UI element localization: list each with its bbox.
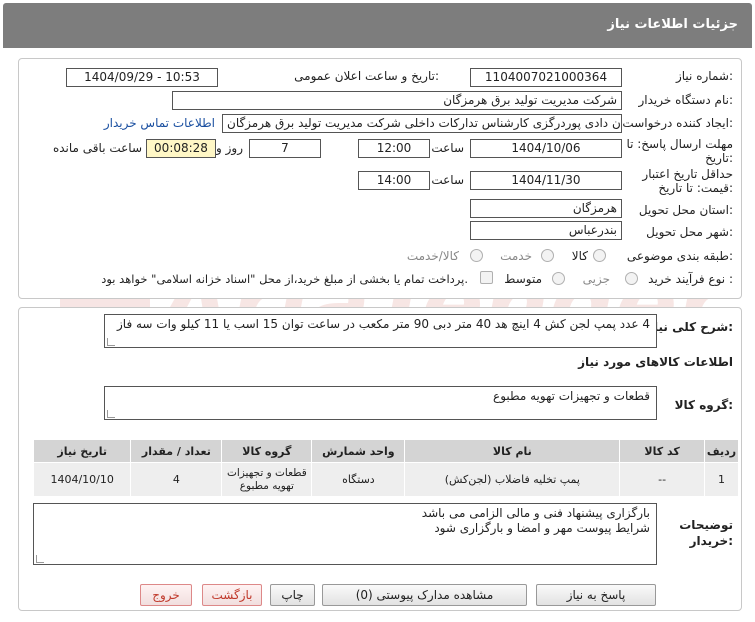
- deadline-label: مهلت ارسال پاسخ: تا: [626, 137, 733, 151]
- buyer-org-label: نام دستگاه خریدار:: [638, 93, 734, 107]
- cell-row-number: 1: [703, 462, 740, 497]
- deadline-date-field[interactable]: 1404/10/06: [470, 139, 622, 158]
- notes-line-1: بارگزاری پیشنهاد فنی و مالی الزامی می با…: [421, 506, 650, 520]
- page-title: جزئیات اطلاعات نیاز: [607, 17, 738, 32]
- city-field[interactable]: بندرعباس: [470, 221, 622, 240]
- buyer-contact-link[interactable]: اطلاعات تماس خریدار: [104, 116, 215, 130]
- process-radio-medium[interactable]: [552, 272, 565, 285]
- back-button[interactable]: بازگشت: [202, 584, 262, 606]
- cell-unit: دستگاه: [311, 462, 406, 497]
- days-remaining-field[interactable]: 7: [249, 139, 321, 158]
- goods-group-label: گروه کالا:: [674, 398, 733, 412]
- remaining-time-field: 00:08:28: [146, 139, 216, 158]
- cell-group: قطعات و تجهیزات تهویه مطبوع: [221, 462, 313, 497]
- category-option-service: خدمت: [500, 249, 532, 263]
- category-radio-goods[interactable]: [593, 249, 606, 262]
- exit-button[interactable]: خروج: [140, 584, 192, 606]
- validity-time-field[interactable]: 14:00: [358, 171, 430, 190]
- validity-date-field[interactable]: 1404/11/30: [470, 171, 622, 190]
- page-header: جزئیات اطلاعات نیاز: [3, 3, 752, 48]
- resize-handle[interactable]: [107, 410, 115, 418]
- process-option-minor: جزیی: [582, 272, 610, 286]
- summary-label: شرح کلی نیاز:: [647, 320, 733, 334]
- col-header-group: گروه کالا: [221, 439, 313, 463]
- table-row[interactable]: 1 -- پمپ تخلیه فاضلاب (لجن‌کش) دستگاه قط…: [32, 462, 740, 497]
- category-label: طبقه بندی موضوعی:: [626, 249, 733, 263]
- category-option-goods-service: کالا/خدمت: [406, 249, 459, 263]
- notes-line-2: شرایط پیوست مهر و امضا و بارگزاری شود: [434, 521, 650, 535]
- process-radio-minor[interactable]: [625, 272, 638, 285]
- cell-quantity: 4: [130, 462, 223, 497]
- cell-name: پمپ تخلیه فاضلاب (لجن‌کش): [404, 462, 621, 497]
- need-number-field[interactable]: 1104007021000364: [470, 68, 622, 87]
- notes-label: توضیحات: [679, 518, 733, 532]
- summary-textarea[interactable]: 4 عدد پمپ لجن کش 4 اینچ هد 40 متر دبی 90…: [104, 314, 657, 348]
- treasury-checkbox[interactable]: [480, 271, 493, 284]
- validity-time-label: ساعت: [431, 173, 464, 187]
- col-header-date: تاریخ نیاز: [32, 439, 132, 463]
- province-label: استان محل تحویل:: [638, 203, 733, 217]
- deadline-time-field[interactable]: 12:00: [358, 139, 430, 158]
- summary-text: 4 عدد پمپ لجن کش 4 اینچ هد 40 متر دبی 90…: [117, 317, 650, 331]
- notes-textarea[interactable]: بارگزاری پیشنهاد فنی و مالی الزامی می با…: [33, 503, 657, 565]
- reply-button[interactable]: پاسخ به نیاز: [536, 584, 656, 606]
- deadline-label-2: تاریخ:: [705, 151, 733, 165]
- announce-field[interactable]: 1404/09/29 - 10:53: [66, 68, 218, 87]
- goods-info-title: اطلاعات کالاهای مورد نیاز: [578, 355, 733, 369]
- announce-label: تاریخ و ساعت اعلان عمومی:: [294, 69, 439, 83]
- category-radio-goods-service[interactable]: [470, 249, 483, 262]
- requester-label: ایجاد کننده درخواست:: [622, 116, 733, 130]
- category-option-goods: کالا: [571, 249, 588, 263]
- col-header-name: نام کالا: [404, 439, 621, 463]
- items-table: ردیف کد کالا نام کالا واحد شمارش گروه کا…: [32, 439, 740, 497]
- need-number-label: شماره نیاز:: [675, 69, 733, 83]
- goods-group-textarea[interactable]: قطعات و تجهیزات تهویه مطبوع: [104, 386, 657, 420]
- validity-label: حداقل تاریخ اعتبار: [642, 167, 733, 181]
- payment-note: پرداخت تمام یا بخشی از مبلغ خرید،از محل …: [101, 272, 468, 286]
- province-field[interactable]: هرمزگان: [470, 199, 622, 218]
- col-header-row-number: ردیف: [703, 439, 740, 463]
- requester-field[interactable]: پیمان دادی پوردرگزی کارشناس تدارکات داخل…: [222, 114, 622, 133]
- remaining-time-label: ساعت باقی مانده: [52, 141, 142, 155]
- col-header-quantity: تعداد / مقدار: [130, 439, 223, 463]
- category-radio-service[interactable]: [541, 249, 554, 262]
- deadline-time-label: ساعت: [431, 141, 464, 155]
- items-table-container: ردیف کد کالا نام کالا واحد شمارش گروه کا…: [32, 439, 740, 497]
- view-attachments-button[interactable]: مشاهده مدارک پیوستی (0): [322, 584, 527, 606]
- notes-label-2: خریدار:: [689, 534, 733, 548]
- col-header-unit: واحد شمارش: [311, 439, 406, 463]
- resize-handle[interactable]: [36, 555, 44, 563]
- table-header-row: ردیف کد کالا نام کالا واحد شمارش گروه کا…: [32, 439, 740, 463]
- goods-group-value: قطعات و تجهیزات تهویه مطبوع: [493, 389, 650, 403]
- process-option-medium: متوسط: [504, 272, 542, 286]
- cell-date: 1404/10/10: [32, 462, 132, 497]
- validity-label-2: قیمت: تا تاریخ:: [658, 181, 733, 195]
- days-label: روز و: [216, 141, 243, 155]
- print-button[interactable]: چاپ: [270, 584, 315, 606]
- cell-code: --: [619, 462, 705, 497]
- buyer-org-field[interactable]: شرکت مدیریت تولید برق هرمزگان: [172, 91, 622, 110]
- col-header-code: کد کالا: [619, 439, 705, 463]
- city-label: شهر محل تحویل:: [646, 225, 733, 239]
- process-label: نوع فرآیند خرید :: [648, 272, 733, 286]
- resize-handle[interactable]: [107, 338, 115, 346]
